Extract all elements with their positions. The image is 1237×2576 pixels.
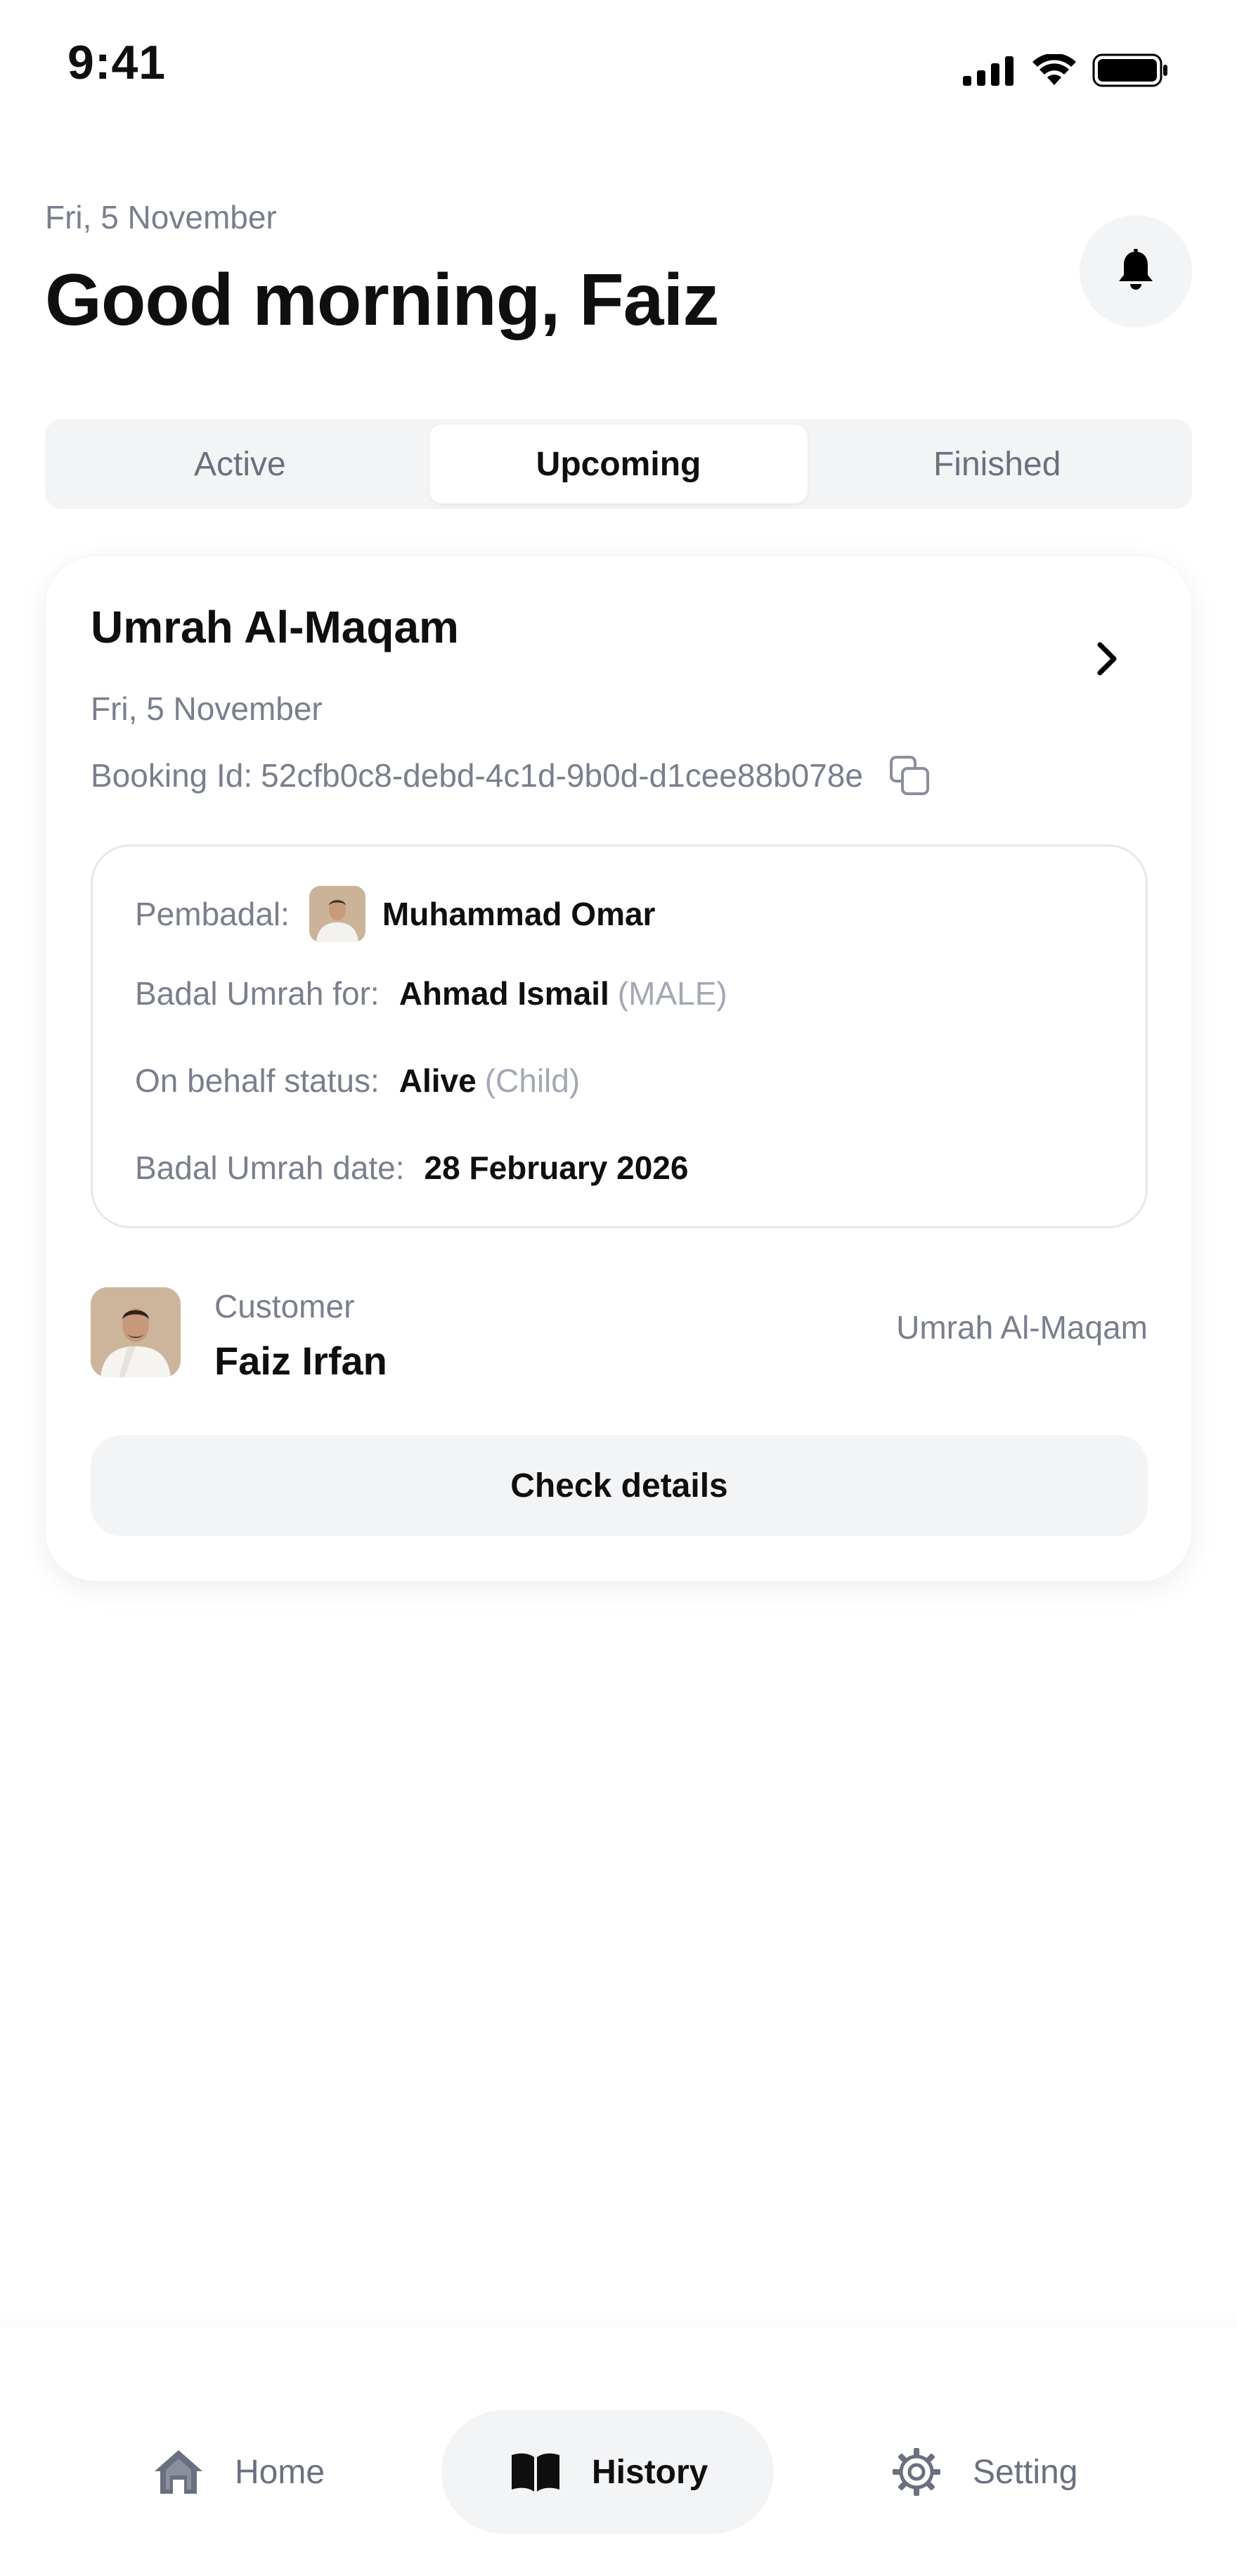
booking-date: Fri, 5 November	[91, 690, 323, 727]
booking-id-value: 52cfb0c8-debd-4c1d-9b0d-d1cee88b078e	[261, 757, 863, 794]
app-screen: 9:41 Fri, 5 November Good morning, Faiz	[0, 0, 1237, 2576]
customer-name: Faiz Irfan	[214, 1339, 387, 1383]
badal-date-label: Badal Umrah date:	[135, 1149, 405, 1186]
status-value: Alive	[399, 1062, 477, 1099]
status-row: On behalf status: Alive (Child)	[135, 1062, 580, 1100]
gear-icon	[888, 2444, 945, 2500]
nav-home-label: Home	[235, 2453, 325, 2491]
customer-section: Customer Faiz Irfan Umrah Al-Maqam	[91, 1287, 1148, 1383]
tab-upcoming[interactable]: Upcoming	[429, 425, 808, 503]
badal-date-row: Badal Umrah date: 28 February 2026	[135, 1149, 688, 1187]
header-date: Fri, 5 November	[45, 199, 277, 236]
signal-icon	[963, 56, 1013, 86]
booking-id-label: Booking Id:	[91, 757, 253, 794]
customer-label: Customer	[214, 1288, 355, 1325]
badal-for-gender: (MALE)	[617, 975, 727, 1012]
greeting-title: Good morning, Faiz	[45, 259, 719, 341]
status-label: On behalf status:	[135, 1062, 380, 1099]
badal-for-row: Badal Umrah for: Ahmad Ismail (MALE)	[135, 974, 727, 1012]
tab-finished[interactable]: Finished	[808, 425, 1186, 503]
notifications-button[interactable]	[1080, 215, 1192, 328]
badal-date-value: 28 February 2026	[424, 1149, 689, 1186]
book-icon	[507, 2444, 564, 2500]
nav-home[interactable]: Home	[150, 2410, 325, 2534]
badal-for-name: Ahmad Ismail	[399, 975, 609, 1012]
customer-avatar	[91, 1287, 181, 1377]
bottom-nav: Home History Setting	[0, 2329, 1237, 2576]
copy-icon[interactable]	[887, 753, 932, 798]
badal-for-label: Badal Umrah for:	[135, 975, 380, 1012]
nav-setting[interactable]: Setting	[888, 2410, 1077, 2534]
home-icon	[150, 2444, 207, 2500]
tab-active[interactable]: Active	[51, 425, 429, 503]
badal-details-box: Pembadal: Muhammad Omar Badal Umrah for:…	[91, 844, 1148, 1228]
check-details-button[interactable]: Check details	[91, 1435, 1148, 1536]
bell-icon	[1119, 249, 1153, 290]
wifi-icon	[1032, 54, 1076, 85]
pembadal-row: Pembadal: Muhammad Omar	[135, 886, 655, 942]
status-bar: 9:41	[0, 0, 1237, 112]
booking-tabs: Active Upcoming Finished	[45, 419, 1192, 509]
nav-setting-label: Setting	[973, 2453, 1078, 2491]
booking-card[interactable]: Umrah Al-Maqam Fri, 5 November Booking I…	[45, 555, 1192, 1582]
nav-history[interactable]: History	[441, 2410, 775, 2534]
pembadal-avatar	[309, 886, 365, 942]
chevron-right-icon[interactable]	[1086, 638, 1128, 680]
nav-history-label: History	[592, 2453, 708, 2491]
booking-title: Umrah Al-Maqam	[91, 602, 459, 652]
pembadal-label: Pembadal:	[135, 896, 290, 932]
status-relation: (Child)	[484, 1062, 581, 1099]
pembadal-name: Muhammad Omar	[382, 896, 656, 932]
status-icons	[963, 49, 1170, 91]
status-time: 9:41	[67, 36, 167, 89]
battery-icon	[1092, 53, 1167, 87]
customer-package: Umrah Al-Maqam	[896, 1309, 1148, 1346]
booking-id-row: Booking Id: 52cfb0c8-debd-4c1d-9b0d-d1ce…	[91, 753, 932, 798]
